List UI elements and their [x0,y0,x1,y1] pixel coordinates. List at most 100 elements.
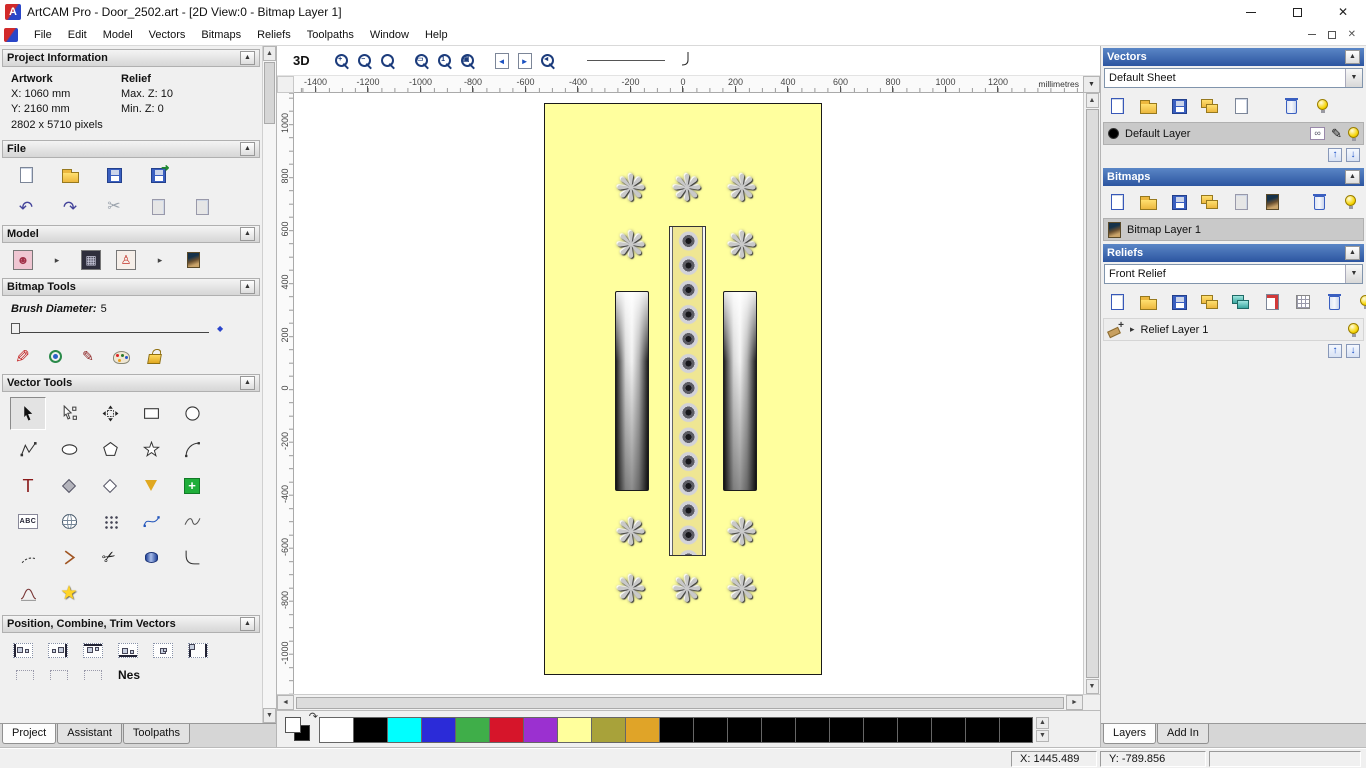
collapse-icon[interactable]: ▲ [240,376,255,390]
layer-visibility-icon[interactable] [1348,126,1359,141]
minimize-button[interactable] [1228,0,1274,24]
scroll-up-icon[interactable]: ▲ [1085,93,1099,108]
import-relief-icon[interactable] [1200,291,1220,313]
palette-colour-3[interactable] [421,716,455,743]
join-vectors-icon[interactable] [51,541,87,574]
wrap-text-icon[interactable] [51,469,87,502]
align-both-icon[interactable] [187,639,209,661]
subtract-relief-icon[interactable] [1262,291,1282,313]
scroll-up-icon[interactable]: ▲ [263,46,276,61]
brush-size-slider[interactable] [11,323,209,334]
palette-colour-1[interactable] [353,716,387,743]
paste-relief-menu-arrow[interactable]: ▸ [150,249,170,271]
palette-scroll-up-icon[interactable]: ▲ [1036,717,1049,729]
palette-colour-9[interactable] [625,716,659,743]
palette-colour-15[interactable] [829,716,863,743]
create-polygon-icon[interactable] [92,433,128,466]
left-panel-scrollbar[interactable]: ▲ ▼ [262,46,276,723]
zoom-out-view-icon[interactable]: ◄ [538,50,558,72]
paste-icon[interactable] [192,196,212,218]
scroll-down-icon[interactable]: ▼ [263,708,276,723]
fit-curve-icon[interactable] [133,505,169,538]
redo-icon[interactable]: ↷ [60,196,80,218]
menu-toolpaths[interactable]: Toolpaths [299,26,362,44]
align-centre-icon[interactable] [152,639,174,661]
nest-vectors-icon[interactable] [92,505,128,538]
colour-picker-icon[interactable] [45,345,65,367]
tab-layers[interactable]: Layers [1103,724,1157,744]
open-bitmap-layer-icon[interactable] [1138,191,1158,213]
align-right-icon[interactable] [47,639,69,661]
collapse-icon[interactable]: ▲ [240,51,255,65]
palette-colour-5[interactable] [489,716,523,743]
layer-visibility-icon[interactable] [1348,322,1359,337]
palette-colour-8[interactable] [591,716,625,743]
swap-colours-icon[interactable]: ↷ [309,710,318,723]
tab-assistant[interactable]: Assistant [57,724,122,744]
spin-vectors-icon[interactable] [133,541,169,574]
copy-bitmap-layer-icon[interactable] [1231,191,1251,213]
offset-vectors-icon[interactable] [133,469,169,502]
open-model-icon[interactable] [60,164,80,186]
palette-colour-10[interactable] [659,716,693,743]
toggle-reliefs-visibility-icon[interactable] [1355,291,1366,313]
transform-vectors-icon[interactable] [92,397,128,430]
save-bitmap-layer-icon[interactable] [1169,191,1189,213]
scroll-left-icon[interactable]: ◄ [277,695,294,710]
palette-colour-2[interactable] [387,716,421,743]
scrollbar-thumb[interactable] [296,696,1064,709]
move-layer-up-icon[interactable]: ↑ [1328,148,1342,162]
align-top-icon[interactable] [82,639,104,661]
primary-secondary-colour-selector[interactable]: ↷ [283,711,319,746]
palette-colour-0[interactable] [319,716,353,743]
chevron-down-icon[interactable]: ▼ [1345,265,1362,283]
delete-bitmap-layer-icon[interactable] [1309,191,1329,213]
close-button[interactable]: ✕ [1320,0,1366,24]
palette-colour-17[interactable] [897,716,931,743]
paint-icon[interactable]: ✎ [12,345,32,367]
smooth-nodes-icon[interactable] [174,505,210,538]
collapse-icon[interactable]: ▲ [240,227,255,241]
arc-fit-icon[interactable] [10,541,46,574]
palette-colour-20[interactable] [999,716,1033,743]
section-header-bitmaps[interactable]: Bitmaps ▲ [1103,168,1364,186]
layer-snap-icon[interactable]: ∞ [1310,127,1326,140]
load-bitmap-icon[interactable] [183,249,203,271]
load-relief-icon[interactable]: ☻ [12,249,34,271]
zoom-previous-icon[interactable] [378,50,398,72]
delete-vector-layer-icon[interactable] [1281,95,1301,117]
menu-file[interactable]: File [26,26,60,44]
palette-colour-7[interactable] [557,716,591,743]
vertical-scrollbar[interactable]: ▲ ▼ [1083,93,1100,694]
create-text-icon[interactable]: T [10,469,46,502]
save-model-as-icon[interactable]: ➜ [148,163,170,186]
slider-handle[interactable] [11,323,20,334]
save-model-icon[interactable] [104,164,124,186]
scrollbar-thumb[interactable] [1085,109,1099,678]
load-relief-menu-arrow[interactable]: ▸ [47,249,67,271]
collapse-icon[interactable]: ▲ [240,142,255,156]
tab-project[interactable]: Project [2,724,57,744]
greyscale-from-model-icon[interactable]: ▦ [80,249,102,271]
menu-reliefs[interactable]: Reliefs [249,26,299,44]
menu-vectors[interactable]: Vectors [141,26,194,44]
menu-help[interactable]: Help [417,26,456,44]
tab-toolpaths[interactable]: Toolpaths [122,724,190,744]
palette-scroll-down-icon[interactable]: ▼ [1036,730,1049,742]
align-bottom-icon[interactable] [117,639,139,661]
duplicate-relief-icon[interactable] [1231,291,1251,313]
paste-text-icon[interactable]: ABC [10,505,46,538]
flood-fill-icon[interactable] [144,345,164,367]
menu-edit[interactable]: Edit [60,26,95,44]
block-copy-icon[interactable]: + [174,469,210,502]
palette-icon[interactable] [111,345,131,367]
fillet-icon[interactable] [174,541,210,574]
move-layer-down-icon[interactable]: ↓ [1346,148,1360,162]
palette-colour-16[interactable] [863,716,897,743]
palette-colour-13[interactable] [761,716,795,743]
palette-colour-14[interactable] [795,716,829,743]
sheet-combo[interactable]: Default Sheet ▼ [1104,68,1363,88]
mdi-close-button[interactable]: ✕ [1348,29,1356,40]
section-header-model[interactable]: Model ▲ [2,225,260,243]
wrap-sphere-icon[interactable] [51,505,87,538]
